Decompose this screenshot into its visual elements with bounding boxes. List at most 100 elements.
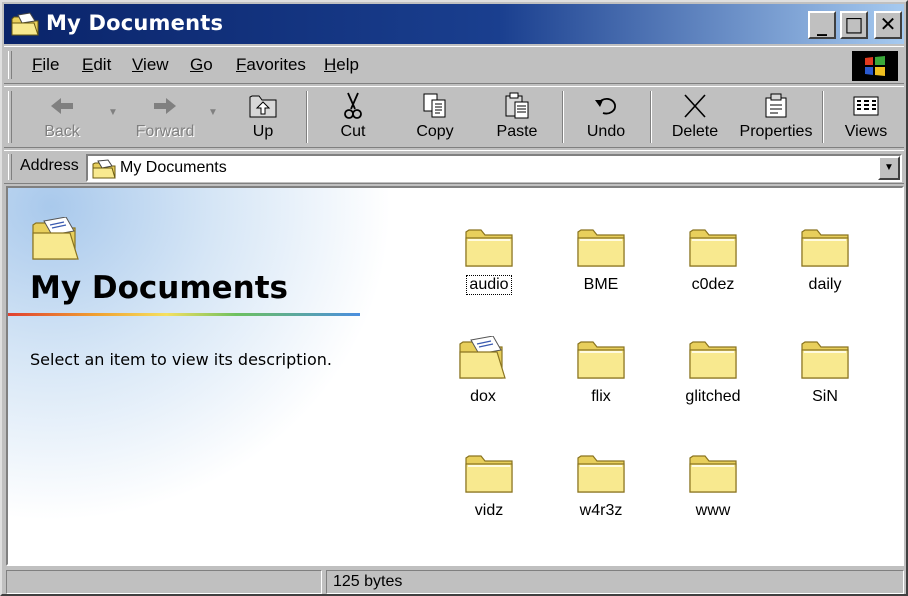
title-bar[interactable]: My Documents _ □ ✕ bbox=[4, 4, 904, 44]
menu-grip[interactable] bbox=[8, 51, 12, 79]
folder-icon bbox=[799, 336, 851, 380]
standard-toolbar: Back ▼ Forward ▼ Up Cut Copy Paste Undo … bbox=[4, 86, 904, 148]
undo-label: Undo bbox=[586, 123, 626, 140]
maximize-button[interactable]: □ bbox=[840, 11, 868, 39]
webview-title: My Documents bbox=[30, 270, 288, 306]
toolbar-separator bbox=[650, 91, 652, 143]
properties-icon bbox=[765, 93, 787, 118]
address-label: Address bbox=[20, 157, 79, 174]
menu-go[interactable]: Go bbox=[190, 55, 213, 75]
back-label: Back bbox=[44, 123, 80, 140]
window-title: My Documents bbox=[46, 11, 224, 35]
folder-item-vidz[interactable]: vidz bbox=[444, 450, 534, 520]
folder-icon bbox=[575, 450, 627, 494]
windows-logo-icon bbox=[852, 51, 898, 81]
address-bar: Address My Documents ▼ bbox=[4, 150, 904, 184]
folder-item-www[interactable]: www bbox=[668, 450, 758, 520]
folder-name: www bbox=[695, 502, 731, 519]
folder-icon bbox=[575, 224, 627, 268]
folder-item-dox[interactable]: dox bbox=[438, 336, 528, 406]
address-grip[interactable] bbox=[8, 154, 12, 180]
delete-button[interactable]: Delete bbox=[664, 91, 726, 145]
folder-name: flix bbox=[591, 388, 611, 405]
paste-label: Paste bbox=[496, 123, 538, 140]
my-documents-large-icon bbox=[30, 216, 82, 262]
folder-icon bbox=[575, 336, 627, 380]
copy-button[interactable]: Copy bbox=[406, 91, 464, 145]
my-documents-icon bbox=[11, 12, 39, 36]
properties-button[interactable]: Properties bbox=[738, 91, 814, 145]
folder-icon bbox=[799, 224, 851, 268]
up-folder-icon bbox=[249, 95, 277, 118]
folder-name: SiN bbox=[812, 388, 838, 405]
open-folder-icon bbox=[457, 336, 509, 380]
folder-item-daily[interactable]: daily bbox=[780, 224, 870, 294]
folder-item-bme[interactable]: BME bbox=[556, 224, 646, 294]
cut-button[interactable]: Cut bbox=[326, 91, 380, 145]
folder-name: BME bbox=[583, 276, 619, 293]
folder-item-flix[interactable]: flix bbox=[556, 336, 646, 406]
menu-bar: File Edit View Go Favorites Help bbox=[4, 46, 904, 84]
views-label: Views bbox=[844, 123, 888, 140]
webview-description: Select an item to view its description. bbox=[30, 350, 332, 369]
properties-label: Properties bbox=[739, 123, 813, 140]
folder-icon bbox=[463, 224, 515, 268]
paste-icon bbox=[505, 92, 529, 119]
menu-help[interactable]: Help bbox=[324, 55, 359, 75]
toolbar-grip[interactable] bbox=[8, 91, 12, 143]
forward-label: Forward bbox=[135, 123, 195, 140]
toolbar-separator bbox=[822, 91, 824, 143]
menu-favorites[interactable]: Favorites bbox=[236, 55, 306, 75]
menu-view[interactable]: View bbox=[132, 55, 169, 75]
undo-button[interactable]: Undo bbox=[578, 91, 634, 145]
status-pane-size: 125 bytes bbox=[326, 570, 904, 594]
my-documents-small-icon bbox=[92, 159, 116, 179]
folder-view[interactable]: My Documents Select an item to view its … bbox=[6, 186, 904, 566]
folder-item-c0dez[interactable]: c0dez bbox=[668, 224, 758, 294]
cut-label: Cut bbox=[340, 123, 366, 140]
status-pane-objects bbox=[6, 570, 322, 594]
webview-divider bbox=[8, 313, 360, 316]
folder-name: glitched bbox=[685, 388, 741, 405]
copy-label: Copy bbox=[416, 123, 454, 140]
address-value: My Documents bbox=[120, 159, 227, 176]
delete-label: Delete bbox=[671, 123, 719, 140]
views-icon bbox=[853, 96, 879, 116]
menu-file[interactable]: File bbox=[32, 55, 59, 75]
close-button[interactable]: ✕ bbox=[874, 11, 902, 39]
views-button[interactable]: Views bbox=[838, 91, 894, 145]
minimize-button[interactable]: _ bbox=[808, 11, 836, 39]
address-field[interactable]: My Documents ▼ bbox=[86, 154, 902, 182]
forward-arrow-icon bbox=[154, 98, 176, 114]
back-dropdown-icon[interactable]: ▼ bbox=[108, 107, 118, 118]
folder-name: c0dez bbox=[691, 276, 735, 293]
undo-icon bbox=[595, 97, 616, 115]
folder-icon bbox=[687, 450, 739, 494]
scissors-icon bbox=[344, 92, 362, 119]
status-bar: 125 bytes bbox=[4, 568, 904, 594]
folder-item-audio[interactable]: audio bbox=[444, 224, 534, 295]
up-button[interactable]: Up bbox=[236, 91, 290, 145]
folder-name: w4r3z bbox=[579, 502, 623, 519]
menu-edit[interactable]: Edit bbox=[82, 55, 111, 75]
copy-icon bbox=[423, 93, 446, 118]
address-dropdown-button[interactable]: ▼ bbox=[878, 156, 900, 180]
folder-item-w4r3z[interactable]: w4r3z bbox=[556, 450, 646, 520]
folder-icon bbox=[463, 450, 515, 494]
back-arrow-icon bbox=[51, 98, 73, 114]
folder-item-glitched[interactable]: glitched bbox=[668, 336, 758, 406]
folder-name: dox bbox=[470, 388, 496, 405]
up-label: Up bbox=[252, 123, 274, 140]
folder-name: vidz bbox=[474, 502, 504, 519]
forward-dropdown-icon[interactable]: ▼ bbox=[208, 107, 218, 118]
folder-icon bbox=[687, 336, 739, 380]
explorer-window: My Documents _ □ ✕ File Edit View Go Fav… bbox=[0, 0, 908, 596]
paste-button[interactable]: Paste bbox=[488, 91, 546, 145]
toolbar-separator bbox=[306, 91, 308, 143]
forward-button[interactable]: Forward bbox=[128, 91, 202, 145]
back-button[interactable]: Back bbox=[32, 91, 92, 145]
folder-name: daily bbox=[808, 276, 842, 293]
folder-name: audio bbox=[466, 275, 512, 295]
delete-x-icon bbox=[684, 94, 706, 118]
folder-item-sin[interactable]: SiN bbox=[780, 336, 870, 406]
